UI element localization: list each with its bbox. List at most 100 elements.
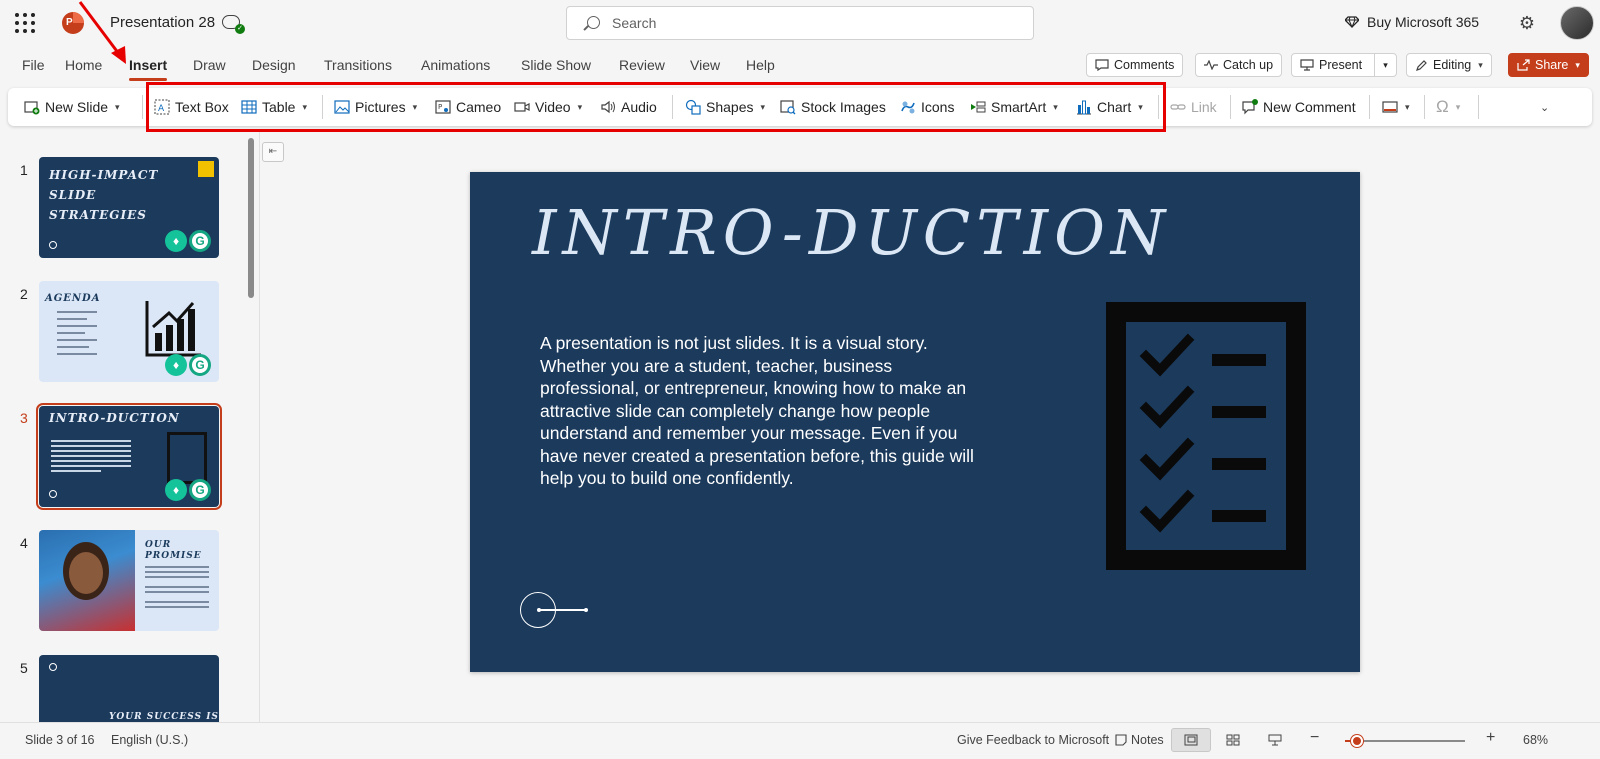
checklist-icon[interactable] (1106, 302, 1306, 570)
thumbnail-circle-deco (49, 241, 57, 249)
cloud-saved-icon[interactable] (222, 15, 245, 34)
chevron-down-icon: ▾ (1478, 59, 1483, 70)
presenter-icon (1268, 734, 1282, 746)
slide-thumbnail-5[interactable]: YOUR SUCCESS IS (39, 655, 219, 722)
ribbon-divider (1230, 95, 1231, 119)
grammarly-badge: ♦ G (165, 354, 215, 378)
notes-button[interactable]: Notes (1115, 733, 1164, 747)
grid-view-icon (1226, 734, 1240, 746)
tab-view[interactable]: View (690, 57, 720, 73)
slide-thumbnail-1[interactable]: HIGH-IMPACT SLIDE STRATEGIES ♦ G (39, 157, 219, 258)
feedback-link[interactable]: Give Feedback to Microsoft (957, 733, 1109, 747)
thumbnail-logo (198, 161, 214, 177)
thumbnail-circle-deco (49, 663, 57, 671)
collapse-pane-icon[interactable]: ⇤ (262, 142, 284, 162)
tab-slide-show[interactable]: Slide Show (521, 57, 591, 73)
growth-chart-icon (145, 301, 201, 357)
share-button[interactable]: Share ▾ (1508, 53, 1589, 77)
chevron-down-icon: ▾ (1575, 59, 1580, 70)
status-bar: Slide 3 of 16 English (U.S.) Give Feedba… (0, 722, 1600, 759)
new-slide-button[interactable]: New Slide ▾ (24, 97, 120, 117)
thumbnail-body-lines (145, 566, 209, 608)
tab-draw[interactable]: Draw (193, 57, 226, 73)
ribbon-divider (1369, 95, 1370, 119)
ribbon-divider (142, 95, 143, 119)
comments-label: Comments (1114, 58, 1175, 72)
share-icon (1517, 59, 1530, 71)
notes-label: Notes (1131, 733, 1164, 747)
search-placeholder: Search (612, 15, 657, 31)
zoom-out-button[interactable]: − (1310, 729, 1319, 747)
buy-microsoft-link[interactable]: Buy Microsoft 365 (1345, 14, 1479, 30)
tab-review[interactable]: Review (619, 57, 665, 73)
notes-icon (1115, 734, 1127, 746)
thumbnail-portrait-image (39, 530, 135, 631)
thumbnail-title: OUR PROMISE (145, 540, 202, 561)
annotation-arrow (78, 1, 126, 64)
thumbnail-checklist-icon (167, 432, 207, 484)
present-button[interactable]: Present ▾ (1291, 53, 1397, 77)
thumbnail-scrollbar[interactable] (248, 138, 254, 298)
zoom-level[interactable]: 68% (1523, 733, 1548, 747)
presenter-view-button[interactable] (1255, 728, 1295, 752)
chevron-down-icon: ⌄ (1540, 101, 1550, 114)
slide-body-text[interactable]: A presentation is not just slides. It is… (540, 332, 980, 490)
slide-counter: Slide 3 of 16 (25, 733, 95, 747)
zoom-slider-knob[interactable] (1351, 735, 1363, 747)
catch-up-button[interactable]: Catch up (1195, 53, 1283, 77)
present-label: Present (1319, 58, 1363, 72)
comments-button[interactable]: Comments (1086, 53, 1184, 77)
slide-canvas[interactable]: INTRO-DUCTION A presentation is not just… (470, 172, 1360, 672)
line-decoration (540, 607, 588, 611)
slide-sorter-button[interactable] (1213, 728, 1253, 752)
search-icon (587, 16, 600, 29)
thumbnail-title: AGENDA (45, 293, 101, 304)
slide-thumbnail-2[interactable]: AGENDA ♦ G (39, 281, 219, 382)
diamond-icon (1345, 16, 1359, 28)
slide-thumbnail-4[interactable]: OUR PROMISE (39, 530, 219, 631)
chevron-down-icon: ▾ (1455, 101, 1461, 112)
slide-thumbnail-3[interactable]: INTRO-DUCTION ♦ G (36, 403, 222, 510)
header-footer-icon (1382, 101, 1398, 113)
tab-design[interactable]: Design (252, 57, 296, 73)
pulse-icon (1204, 60, 1218, 70)
grammarly-badge: ♦ G (165, 479, 215, 503)
symbol-button[interactable]: Ω ▾ (1436, 97, 1460, 117)
editing-label: Editing (1433, 58, 1472, 72)
title-bar: P Presentation 28 Search Buy Microsoft 3… (0, 0, 1600, 46)
thumbnail-number: 2 (20, 286, 28, 302)
zoom-in-button[interactable]: + (1486, 729, 1495, 747)
present-icon (1300, 59, 1314, 71)
avatar[interactable] (1560, 6, 1594, 40)
tab-animations[interactable]: Animations (421, 57, 490, 73)
normal-view-button[interactable] (1171, 728, 1211, 752)
header-footer-button[interactable]: ▾ (1382, 97, 1410, 117)
tab-file[interactable]: File (22, 57, 45, 73)
new-comment-button[interactable]: New Comment (1242, 97, 1356, 117)
link-button[interactable]: Link (1170, 97, 1217, 117)
link-icon (1170, 104, 1186, 110)
tab-help[interactable]: Help (746, 57, 775, 73)
thumbnail-number: 1 (20, 162, 28, 178)
search-box[interactable]: Search (566, 6, 1034, 40)
tab-transitions[interactable]: Transitions (324, 57, 392, 73)
grammarly-badge: ♦ G (165, 230, 215, 254)
thumbnail-number: 4 (20, 535, 28, 551)
language-indicator[interactable]: English (U.S.) (111, 733, 188, 747)
comment-icon (1095, 59, 1109, 71)
zoom-slider[interactable] (1345, 735, 1465, 747)
thumbnail-title: INTRO-DUCTION (49, 411, 180, 425)
thumbnail-number: 5 (20, 660, 28, 676)
ribbon-expand-button[interactable]: ⌄ (1538, 97, 1549, 117)
present-dropdown-chevron-icon[interactable]: ▾ (1374, 54, 1396, 76)
slide-title[interactable]: INTRO-DUCTION (532, 196, 1171, 269)
thumbnail-number: 3 (20, 410, 28, 426)
share-label: Share (1535, 58, 1569, 72)
app-launcher-icon[interactable] (15, 13, 35, 33)
thumbnail-body-lines (51, 440, 131, 472)
chevron-down-icon: ▾ (1405, 101, 1410, 112)
ribbon-divider (1478, 95, 1479, 119)
settings-gear-icon[interactable]: ⚙ (1517, 13, 1537, 33)
new-slide-label: New Slide (45, 99, 109, 115)
editing-mode-button[interactable]: Editing ▾ (1406, 53, 1492, 77)
